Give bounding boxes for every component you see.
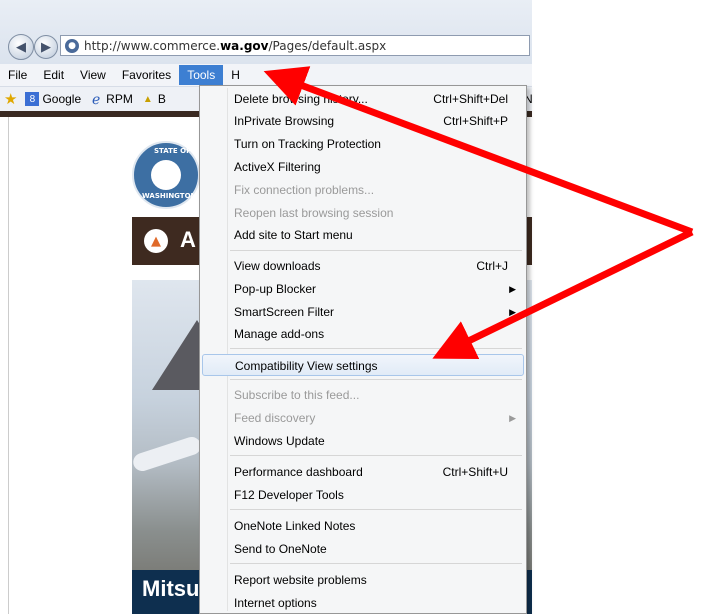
- menu-item-windows-update[interactable]: Windows Update: [202, 430, 524, 452]
- seal-portrait-icon: [151, 160, 181, 190]
- ie-page-icon: ℯ: [92, 90, 101, 107]
- menu-file[interactable]: File: [0, 65, 35, 85]
- menu-item-subscribe-feed: Subscribe to this feed...: [234, 388, 360, 402]
- google-icon: 8: [25, 92, 40, 106]
- address-url[interactable]: http://www.commerce.wa.gov/Pages/default…: [84, 39, 386, 53]
- menu-separator: [230, 455, 522, 456]
- site-favicon-icon: ●: [65, 38, 79, 53]
- submenu-arrow-icon: ▶: [509, 413, 516, 423]
- favorite-rpm[interactable]: ℯ RPM: [89, 90, 133, 107]
- arrow-right-icon: ▶: [41, 39, 51, 55]
- state-seal-logo[interactable]: STATE OF WASHINGTON: [132, 141, 200, 209]
- menu-item-f12-developer-tools[interactable]: F12 Developer Tools: [202, 484, 524, 506]
- menu-item-view-downloads[interactable]: View downloads Ctrl+J: [202, 255, 524, 277]
- favorite-partial[interactable]: ▲ B: [141, 92, 166, 106]
- favorite-google[interactable]: 8 Google: [25, 92, 81, 106]
- menu-tools[interactable]: Tools: [179, 65, 224, 85]
- menu-view[interactable]: View: [72, 65, 114, 85]
- star-icon: ★: [4, 91, 18, 108]
- tools-dropdown-menu: Delete browsing history... Ctrl+Shift+Del…: [199, 85, 527, 614]
- airplane-graphic: [132, 434, 204, 474]
- menu-item-compatibility-view-settings[interactable]: Compatibility View settings: [202, 354, 524, 376]
- arrow-left-icon: ◀: [16, 39, 26, 55]
- page-left-edge: [0, 117, 9, 614]
- menu-item-internet-options[interactable]: Internet options: [202, 592, 524, 614]
- forward-button[interactable]: ▶: [34, 35, 58, 59]
- menu-item-add-to-start[interactable]: Add site to Start menu: [202, 224, 524, 246]
- back-button[interactable]: ◀: [8, 34, 34, 60]
- menu-separator: [230, 348, 522, 349]
- navigation-bar: ◀ ▶ ● http://www.commerce.wa.gov/Pages/d…: [0, 0, 532, 64]
- favorites-button[interactable]: ★: [4, 90, 17, 108]
- menu-item-feed-discovery: Feed discovery ▶: [202, 407, 524, 429]
- submenu-arrow-icon: ▶: [509, 307, 516, 317]
- menu-item-report-website-problems[interactable]: Report website problems: [202, 569, 524, 591]
- menu-favorites[interactable]: Favorites: [114, 65, 179, 85]
- menu-separator: [230, 379, 522, 380]
- menu-separator: [230, 563, 522, 564]
- menu-separator: [230, 509, 522, 510]
- banner-title: A: [180, 227, 196, 252]
- menu-item-performance-dashboard[interactable]: Performance dashboard Ctrl+Shift+U: [202, 461, 524, 483]
- menu-item-popup-blocker[interactable]: Pop-up Blocker ▶: [202, 278, 524, 300]
- menu-item-reopen-session: Reopen last browsing session: [234, 206, 394, 220]
- menu-separator: [230, 250, 522, 251]
- menu-item-send-to-onenote[interactable]: Send to OneNote: [202, 538, 524, 560]
- chart-icon: ▲: [142, 93, 153, 105]
- menu-help[interactable]: H: [223, 65, 248, 85]
- menu-item-manage-addons[interactable]: Manage add-ons: [202, 323, 524, 345]
- menu-item-onenote-linked-notes[interactable]: OneNote Linked Notes: [202, 515, 524, 537]
- menu-item-tracking-protection[interactable]: Turn on Tracking Protection: [202, 133, 524, 155]
- submenu-arrow-icon: ▶: [509, 284, 516, 294]
- menu-item-fix-connection: Fix connection problems...: [234, 183, 375, 197]
- menu-edit[interactable]: Edit: [35, 65, 72, 85]
- menu-bar: File Edit View Favorites Tools H: [0, 64, 532, 87]
- menu-item-inprivate-browsing[interactable]: InPrivate Browsing Ctrl+Shift+P: [202, 110, 524, 132]
- menu-item-smartscreen-filter[interactable]: SmartScreen Filter ▶: [202, 301, 524, 323]
- menu-item-delete-browsing-history[interactable]: Delete browsing history... Ctrl+Shift+Del: [202, 88, 524, 110]
- address-bar[interactable]: ● http://www.commerce.wa.gov/Pages/defau…: [60, 35, 530, 56]
- menu-item-activex-filtering[interactable]: ActiveX Filtering: [202, 156, 524, 178]
- home-icon[interactable]: ▲: [144, 229, 168, 253]
